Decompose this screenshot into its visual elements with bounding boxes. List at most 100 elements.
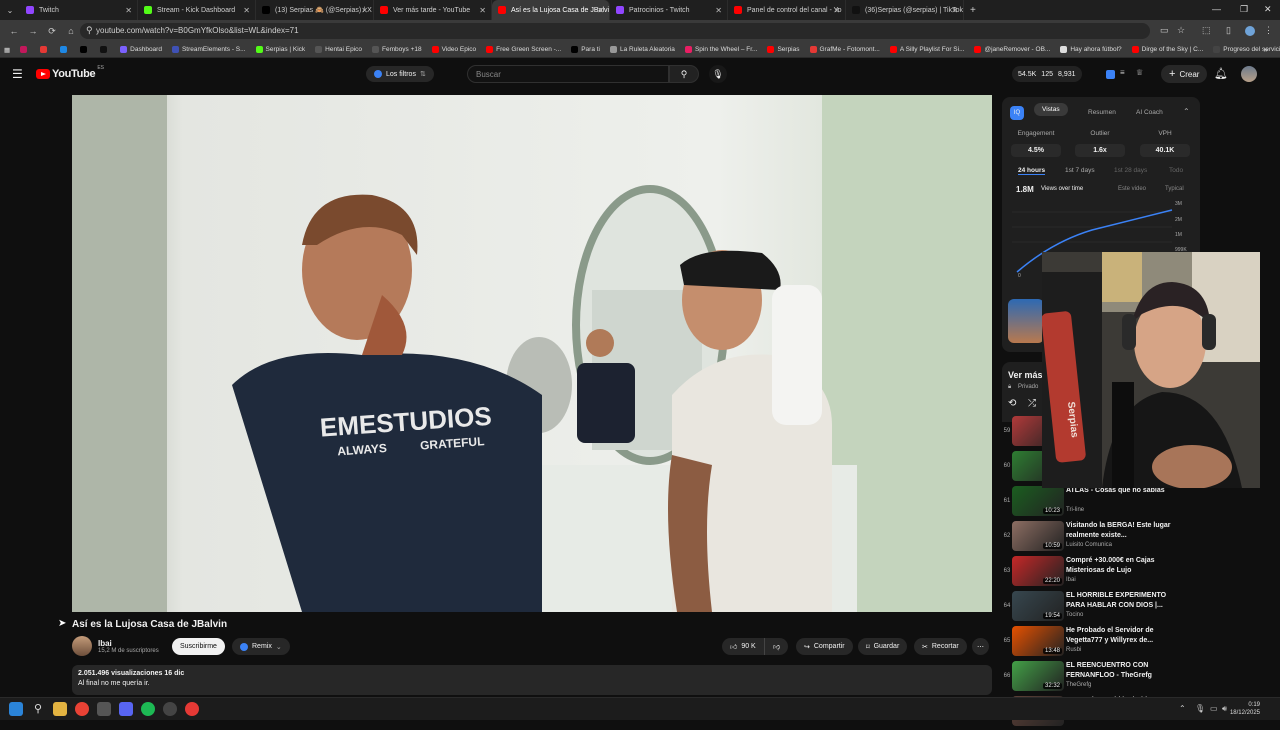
playlist-thumbnail[interactable]: 10:59	[1012, 521, 1064, 551]
tray-expand-icon[interactable]: ⌃	[1179, 704, 1186, 713]
browser-tab[interactable]: Ver más tarde - YouTube ✕	[374, 0, 492, 20]
back-icon[interactable]: ←	[9, 26, 19, 36]
save-button[interactable]: ⌑ Guardar	[858, 638, 908, 655]
tab-close-icon[interactable]: ✕	[715, 6, 722, 15]
discord-icon[interactable]	[119, 702, 133, 716]
playlist-thumbnail[interactable]: 13:48	[1012, 626, 1064, 656]
bookmark-item[interactable]: Video Epico	[431, 46, 476, 53]
bookmark-item[interactable]: GrafMe - Fotomont...	[809, 46, 880, 53]
browser-tab[interactable]: (13) Serpias 🙈 (@Serpias) / X ✕	[256, 0, 374, 20]
playlist-item-title[interactable]: EL REENCUENTRO CON FERNANFLOO - TheGrefg	[1066, 661, 1186, 681]
chrome-icon[interactable]	[75, 702, 89, 716]
create-button[interactable]: + Crear	[1161, 65, 1208, 83]
browser-tab[interactable]: Panel de control del canal - Yo ✕	[728, 0, 846, 20]
forward-icon[interactable]: →	[28, 26, 38, 36]
tab-close-icon[interactable]: ✕	[361, 6, 368, 15]
youtube-logo[interactable]: YouTube ES	[36, 65, 104, 80]
playlist-item-title[interactable]: He Probado el Servidor de Vegetta777 y W…	[1066, 626, 1186, 646]
subscribe-button[interactable]: Suscribirme	[172, 638, 225, 655]
spotify-icon[interactable]	[141, 702, 155, 716]
tab-resumen[interactable]: Resumen	[1088, 109, 1116, 116]
new-tab-button[interactable]: +	[970, 5, 976, 16]
maximize-icon[interactable]: ❐	[1240, 4, 1248, 15]
description-box[interactable]: 2.051.496 visualizaciones 16 dic Al fina…	[72, 665, 992, 695]
playlist-thumbnail[interactable]: 22:20	[1012, 556, 1064, 586]
search-input[interactable]: Buscar	[467, 65, 669, 83]
notifications-bell-icon[interactable]: 🔔︎	[1214, 67, 1228, 80]
bookmark-item[interactable]	[60, 46, 70, 53]
channel-name[interactable]: Ibai	[98, 639, 159, 648]
app-icon[interactable]	[97, 702, 111, 716]
url-field[interactable]: youtube.com/watch?v=B0GmYfkOlso&list=WL&…	[80, 23, 1150, 39]
tab-close-icon[interactable]: ✕	[479, 6, 486, 15]
bookmark-item[interactable]: A Silly Playlist For Si...	[889, 46, 964, 53]
playlist-item-title[interactable]: EL HORRIBLE EXPERIMENTO PARA HABLAR CON …	[1066, 591, 1186, 611]
browser-tab[interactable]: Así es la Lujosa Casa de JBalvin ✕	[492, 0, 610, 20]
bookmark-item[interactable]: La Ruleta Aleatoria	[610, 46, 675, 53]
browser-tab[interactable]: (36)Serpias (@serpias) | TikTok ✕	[846, 0, 964, 20]
extension-stats-pill[interactable]: 54.5K 125 8,931	[1012, 66, 1082, 82]
chart-selector[interactable]: Views over time	[1041, 186, 1083, 192]
tab-close-icon[interactable]: ✕	[833, 6, 840, 15]
bookmark-item[interactable]	[40, 46, 50, 53]
range-all[interactable]: Todo	[1169, 167, 1183, 174]
tab-ai-coach[interactable]: AI Coach	[1136, 109, 1163, 116]
cast-icon[interactable]: ▭	[1160, 25, 1169, 36]
tab-vistas[interactable]: Vistas	[1034, 103, 1068, 116]
bookmark-item[interactable]: Para ti	[571, 46, 600, 53]
more-actions-button[interactable]: ⋯	[972, 638, 989, 655]
voice-search-button[interactable]: 🎙	[709, 65, 727, 83]
tab-close-icon[interactable]: ✕	[597, 6, 604, 15]
browser-tab[interactable]: Twitch ✕	[20, 0, 138, 20]
channel-avatar[interactable]	[72, 636, 92, 656]
playlist-item[interactable]: 61 10:23 ATLAS - Cosas que no sabías Tri-li…	[1002, 486, 1200, 520]
channel-info[interactable]: Ibai 15,2 M de suscriptores	[72, 636, 159, 656]
close-window-icon[interactable]: ✕	[1264, 4, 1272, 15]
tray-mic-icon[interactable]: 🎙︎	[1195, 704, 1205, 713]
bookmark-item[interactable]: Serpias	[767, 46, 800, 53]
loop-icon[interactable]: ⟲	[1008, 398, 1016, 409]
remix-button[interactable]: Remix ⌄	[232, 638, 290, 655]
minimize-icon[interactable]: —	[1212, 4, 1221, 14]
profile-avatar[interactable]	[1245, 26, 1255, 36]
range-7d[interactable]: 1st 7 days	[1065, 167, 1095, 174]
tab-close-icon[interactable]: ✕	[125, 6, 132, 15]
volume-icon[interactable]: 🔊︎	[1222, 704, 1227, 714]
playlist-item[interactable]: 62 10:59 Visitando la BERGA! Este lugar re…	[1002, 521, 1200, 555]
hamburger-menu-icon[interactable]: ☰	[12, 67, 23, 81]
account-avatar[interactable]	[1241, 66, 1257, 82]
clip-button[interactable]: ✂ Recortar	[914, 638, 967, 655]
start-windows-icon[interactable]	[9, 702, 23, 716]
ext-logo-icon[interactable]	[1106, 70, 1115, 79]
app-red-icon[interactable]	[185, 702, 199, 716]
playlist-thumbnail[interactable]: 10:23	[1012, 486, 1064, 516]
playlist-item[interactable]: 65 13:48 He Probado el Servidor de Vegetta…	[1002, 626, 1200, 660]
share-button[interactable]: ↪ Compartir	[796, 638, 853, 655]
tab-close-icon[interactable]: ✕	[951, 6, 958, 15]
playlist-item[interactable]: 66 32:32 EL REENCUENTRO CON FERNANFLOO - T…	[1002, 661, 1200, 695]
tab-close-icon[interactable]: ✕	[243, 6, 250, 15]
range-28d[interactable]: 1st 28 days	[1114, 167, 1147, 174]
filters-button[interactable]: Los filtros ⇅	[366, 66, 434, 82]
ext-list-icon[interactable]: ≡	[1120, 68, 1125, 77]
playlist-title[interactable]: Ver más	[1008, 370, 1043, 380]
bookmark-item[interactable]: Hentai Epico	[315, 46, 362, 53]
ext-trophy-icon[interactable]: ♕	[1136, 68, 1143, 77]
reload-icon[interactable]: ⟳	[47, 26, 57, 37]
apps-grid-icon[interactable]: ▦	[4, 46, 10, 54]
bookmark-item[interactable]	[20, 46, 30, 53]
bookmark-item[interactable]: Hay ahora fútbol?	[1060, 46, 1122, 53]
playlist-thumbnail[interactable]: 19:54	[1012, 591, 1064, 621]
bookmark-item[interactable]: @janeRemover - OB...	[974, 46, 1050, 53]
browser-menu-icon[interactable]: ⋮	[1264, 25, 1273, 36]
collapse-icon[interactable]: ⌃	[1183, 107, 1190, 116]
playlist-item-title[interactable]: Compré +30.000€ en Cajas Misteriosas de …	[1066, 556, 1186, 576]
bookmark-item[interactable]: StreamElements - S...	[171, 46, 246, 53]
file-explorer-icon[interactable]	[53, 702, 67, 716]
related-thumbnail[interactable]	[1008, 299, 1044, 343]
bookmark-item[interactable]	[100, 46, 110, 53]
playlist-item-title[interactable]: Visitando la BERGA! Este lugar realmente…	[1066, 521, 1186, 541]
search-button[interactable]: ⚲	[669, 65, 699, 83]
bookmark-item[interactable]: Dashboard	[120, 46, 162, 53]
tab-search-icon[interactable]: ⌄	[0, 0, 20, 20]
